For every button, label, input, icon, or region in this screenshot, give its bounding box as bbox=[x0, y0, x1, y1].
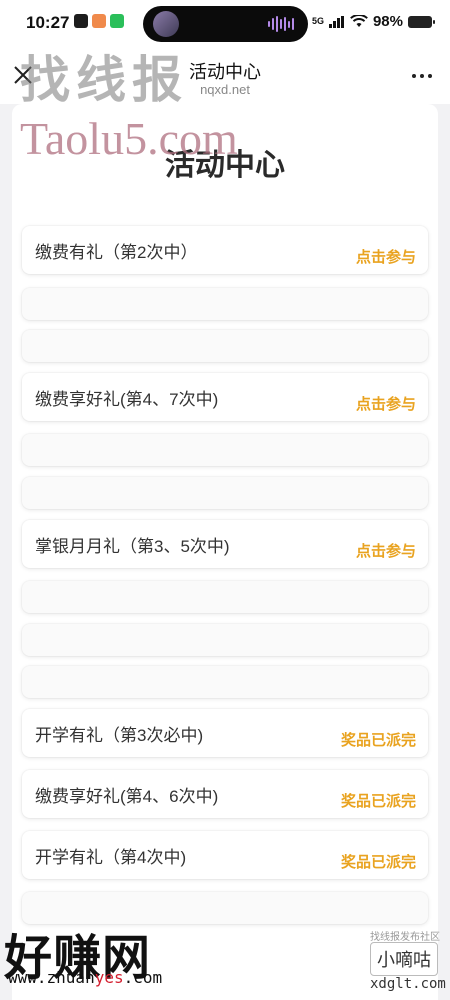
wechat-icon bbox=[110, 14, 124, 28]
activity-label: 缴费有礼（第2次中） bbox=[35, 243, 198, 262]
empty-activity-slot bbox=[22, 288, 428, 320]
activity-label: 掌银月月礼（第3、5次中) bbox=[35, 537, 230, 556]
more-options-icon[interactable] bbox=[412, 74, 432, 78]
island-avatar bbox=[153, 11, 179, 37]
nav-title: 活动中心 bbox=[189, 62, 261, 82]
empty-activity-slot bbox=[22, 581, 428, 613]
empty-activity-slot bbox=[22, 892, 428, 924]
activity-label: 开学有礼（第3次必中) bbox=[35, 726, 204, 745]
audio-wave-icon bbox=[268, 16, 294, 32]
empty-activity-slot bbox=[22, 624, 428, 656]
dynamic-island[interactable] bbox=[143, 6, 308, 42]
activity-label: 缴费享好礼(第4、7次中) bbox=[35, 390, 219, 409]
join-button[interactable]: 点击参与 bbox=[356, 540, 416, 561]
app-notification-icon bbox=[74, 14, 88, 28]
nav-domain: nqxd.net bbox=[200, 82, 250, 97]
activity-item[interactable]: 缴费有礼（第2次中） 点击参与 bbox=[22, 226, 428, 274]
prize-status: 奖品已派完 bbox=[340, 793, 416, 810]
activity-item[interactable]: 掌银月月礼（第3、5次中) 点击参与 bbox=[22, 520, 428, 568]
join-button[interactable]: 点击参与 bbox=[356, 393, 416, 414]
status-indicators: 5G 98% bbox=[311, 13, 435, 30]
battery-icon bbox=[408, 15, 435, 28]
prize-status: 奖品已派完 bbox=[340, 854, 416, 871]
activity-label: 开学有礼（第4次中) bbox=[35, 848, 187, 867]
page-title: 活动中心 bbox=[165, 149, 285, 182]
activity-item[interactable]: 缴费享好礼(第4、7次中) 点击参与 bbox=[22, 373, 428, 421]
join-button[interactable]: 点击参与 bbox=[356, 246, 416, 267]
activity-item[interactable]: 开学有礼（第3次必中) 奖品已派完 bbox=[22, 709, 428, 757]
battery-percent: 98% bbox=[372, 13, 403, 30]
prize-status: 奖品已派完 bbox=[340, 732, 416, 749]
empty-activity-slot bbox=[22, 477, 428, 509]
status-bar: 10:27 5G 98% bbox=[0, 0, 450, 46]
activity-item[interactable]: 开学有礼（第4次中) 奖品已派完 bbox=[22, 831, 428, 879]
activity-item[interactable]: 缴费享好礼(第4、6次中) 奖品已派完 bbox=[22, 770, 428, 818]
app-notification-icon bbox=[92, 14, 106, 28]
status-app-icons bbox=[74, 14, 124, 28]
nav-bar: 活动中心 nqxd.net bbox=[0, 46, 450, 104]
wifi-icon bbox=[350, 15, 368, 27]
activity-label: 缴费享好礼(第4、6次中) bbox=[35, 787, 219, 806]
empty-activity-slot bbox=[22, 666, 428, 698]
network-type: 5G bbox=[311, 16, 324, 26]
empty-activity-slot bbox=[22, 434, 428, 466]
empty-activity-slot bbox=[22, 330, 428, 362]
signal-bars-icon bbox=[328, 15, 344, 28]
status-time: 10:27 bbox=[26, 13, 70, 32]
